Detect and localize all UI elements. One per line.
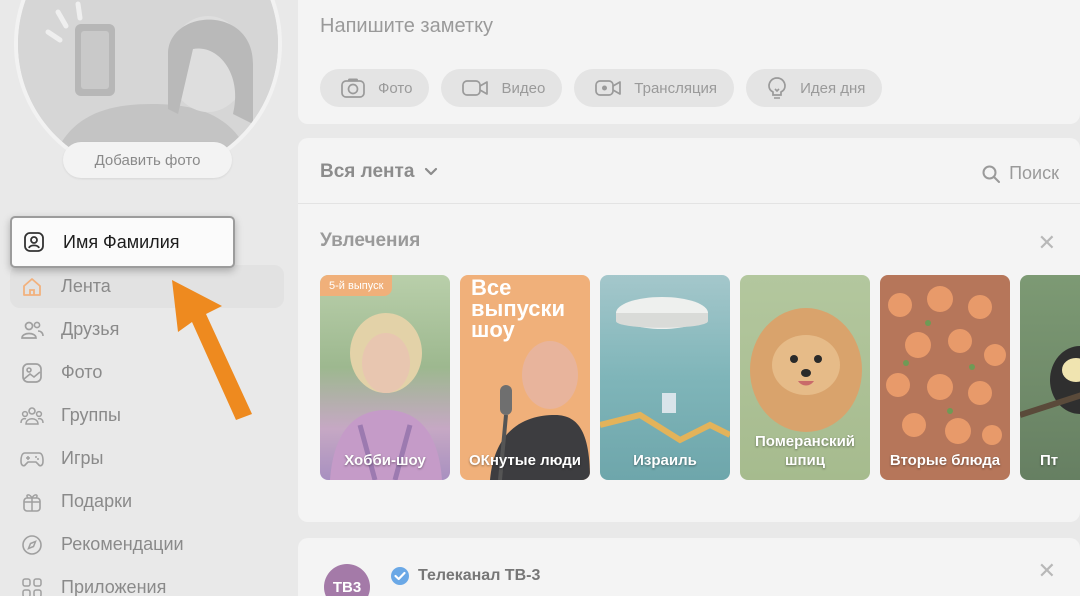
card-label: Хобби-шоу xyxy=(344,452,426,469)
groups-icon xyxy=(20,404,44,428)
hobby-card[interactable]: Вторые блюда xyxy=(880,275,1010,480)
sidebar-item-label: Рекомендации xyxy=(61,534,184,554)
sidebar-item-label: Приложения xyxy=(61,577,167,596)
compose-actions: Фото Видео Трансляция Идея дня xyxy=(320,69,883,107)
sidebar-item-label: Фото xyxy=(61,362,103,382)
feed-header: Вся лента Поиск xyxy=(298,138,1080,204)
sidebar-item-profile[interactable]: Имя Фамилия xyxy=(10,216,235,268)
episode-badge: 5-й выпуск xyxy=(320,275,393,296)
sidebar-item-recommendations[interactable]: Рекомендации xyxy=(10,523,284,566)
feed-search-button[interactable]: Поиск xyxy=(981,163,1059,184)
chip-label: Трансляция xyxy=(634,79,718,97)
feed-filter-dropdown[interactable]: Вся лента xyxy=(320,161,438,183)
lightbulb-icon xyxy=(766,76,788,100)
user-icon xyxy=(22,230,46,254)
post-author-link[interactable]: Телеканал ТВ-3 xyxy=(390,566,540,586)
apps-icon xyxy=(20,576,44,596)
hobby-card[interactable]: 5-й выпуск Хобби-шоу xyxy=(320,275,450,480)
camera-icon xyxy=(340,77,366,99)
sidebar-item-gifts[interactable]: Подарки xyxy=(10,480,284,523)
card-label: ОКнутые люди xyxy=(469,452,581,469)
add-photo-button[interactable]: Добавить фото xyxy=(63,142,232,178)
compose-panel: Напишите заметку Фото Видео Трансляция И… xyxy=(298,0,1080,124)
note-input[interactable]: Напишите заметку xyxy=(320,15,493,38)
verified-icon xyxy=(390,566,410,586)
video-icon xyxy=(461,78,489,98)
home-icon xyxy=(20,275,44,299)
hobby-card[interactable]: Все выпуски шоу ОКнутые люди xyxy=(460,275,590,480)
broadcast-icon xyxy=(594,78,622,98)
feed-title: Вся лента xyxy=(320,161,415,182)
card-label: Пт xyxy=(1040,452,1059,469)
hobby-cards: 5-й выпуск Хобби-шоу Все выпуски шоу ОКн… xyxy=(320,275,1080,480)
feed-post: ТВ3 Телеканал ТВ-3 ✕ xyxy=(298,538,1080,596)
chip-label: Видео xyxy=(501,79,546,97)
card-label: Вторые блюда xyxy=(889,452,1001,469)
hobby-card[interactable]: Израиль xyxy=(600,275,730,480)
chip-label: Идея дня xyxy=(800,79,866,97)
sidebar-item-label: Лента xyxy=(61,276,111,296)
hobby-card[interactable]: Померанский шпиц xyxy=(740,275,870,480)
gift-icon xyxy=(20,490,44,514)
friends-icon xyxy=(20,318,44,342)
pointer-arrow-icon xyxy=(172,280,252,420)
chevron-down-icon xyxy=(424,167,438,177)
channel-logo[interactable]: ТВ3 xyxy=(324,564,370,596)
sidebar-item-label: Имя Фамилия xyxy=(63,231,180,252)
compass-icon xyxy=(20,533,44,557)
feed-panel: Вся лента Поиск Увлечения ✕ 5-й выпуск Х… xyxy=(298,138,1080,522)
author-name: Телеканал ТВ-3 xyxy=(418,567,541,584)
photo-icon xyxy=(20,361,44,385)
close-post-icon[interactable]: ✕ xyxy=(1038,558,1056,584)
close-hobbies-icon[interactable]: ✕ xyxy=(1038,230,1056,256)
idea-chip-button[interactable]: Идея дня xyxy=(746,69,883,107)
sidebar-item-apps[interactable]: Приложения xyxy=(10,566,284,596)
gamepad-icon xyxy=(20,447,44,471)
sidebar-item-label: Группы xyxy=(61,405,121,425)
sidebar-item-games[interactable]: Игры xyxy=(10,437,284,480)
sidebar-item-label: Друзья xyxy=(61,319,120,339)
broadcast-chip-button[interactable]: Трансляция xyxy=(574,69,735,107)
card-headline: Все выпуски шоу xyxy=(471,275,566,342)
hobbies-title: Увлечения xyxy=(320,230,421,251)
card-label: Израиль xyxy=(633,452,697,469)
sidebar-item-label: Подарки xyxy=(61,491,133,511)
search-label: Поиск xyxy=(1009,163,1059,183)
card-label: Померанский шпиц xyxy=(754,433,856,469)
search-icon xyxy=(981,164,1001,184)
hobby-card[interactable]: Пт xyxy=(1020,275,1080,480)
photo-chip-button[interactable]: Фото xyxy=(320,69,430,107)
sidebar-item-label: Игры xyxy=(61,448,104,468)
video-chip-button[interactable]: Видео xyxy=(441,69,563,107)
chip-label: Фото xyxy=(378,79,413,97)
